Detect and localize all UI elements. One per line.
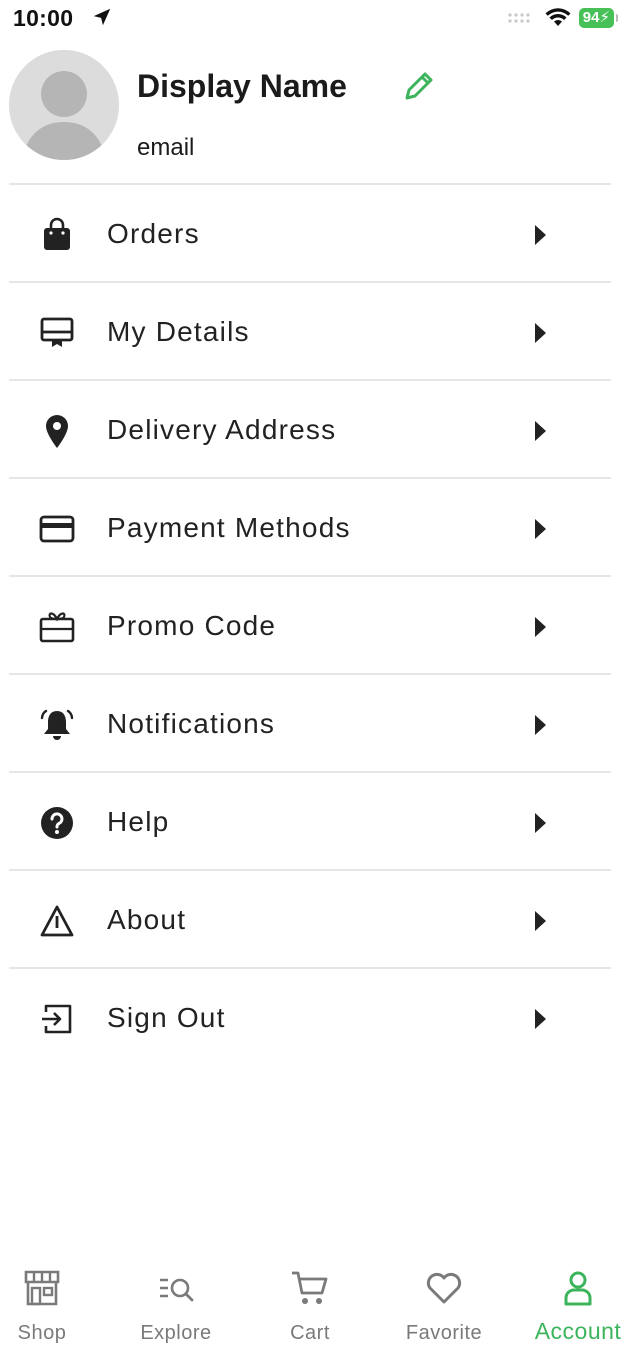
caret-right-icon [535, 323, 546, 343]
menu-item-label: Promo Code [107, 610, 277, 641]
caret-right-icon [535, 421, 546, 441]
sign-out-icon [42, 1004, 72, 1034]
status-time: 10:00 [13, 5, 74, 31]
pencil-icon[interactable] [401, 68, 437, 104]
display-name: Display Name [137, 68, 347, 104]
tab-explore[interactable]: Explore [116, 1268, 236, 1345]
cellular-signal-icon [508, 13, 530, 23]
bell-icon [40, 709, 74, 740]
tab-label: Favorite [405, 1322, 483, 1344]
caret-right-icon [535, 911, 546, 931]
tab-cart[interactable]: Cart [250, 1268, 370, 1345]
search-list-icon [160, 1278, 194, 1302]
battery-icon: 94⚡ [578, 8, 619, 28]
menu-item-label: Orders [107, 218, 200, 249]
caret-right-icon [535, 617, 546, 637]
menu-item-promo-code[interactable]: Promo Code [0, 577, 626, 675]
status-indicators: 94⚡ [507, 8, 619, 28]
gift-card-icon [39, 612, 75, 643]
wifi-icon [545, 8, 571, 26]
menu-item-payment-methods[interactable]: Payment Methods [0, 479, 626, 577]
menu-item-notifications[interactable]: Notifications [0, 675, 626, 773]
heart-icon [426, 1272, 462, 1304]
id-card-icon [40, 317, 74, 347]
location-arrow-icon [93, 8, 111, 26]
menu-item-sign-out[interactable]: Sign Out [0, 969, 626, 1067]
cart-icon [292, 1271, 328, 1304]
menu-item-my-details[interactable]: My Details [0, 283, 626, 381]
menu-item-orders[interactable]: Orders [0, 185, 626, 283]
warning-triangle-icon [40, 905, 74, 937]
avatar[interactable] [9, 50, 119, 160]
map-pin-icon [46, 415, 68, 448]
menu-item-delivery-address[interactable]: Delivery Address [0, 381, 626, 479]
tab-label: Cart [290, 1322, 330, 1344]
menu-item-label: Sign Out [107, 1002, 226, 1033]
menu-item-about[interactable]: About [0, 871, 626, 969]
tab-favorite[interactable]: Favorite [384, 1268, 504, 1345]
status-bar: 10:00 94⚡ [0, 0, 626, 40]
caret-right-icon [535, 225, 546, 245]
avatar-placeholder-icon [9, 50, 119, 160]
bottom-tab-bar: Shop Explore Cart Favorite Account [0, 1268, 626, 1348]
menu-item-label: My Details [107, 316, 250, 347]
question-circle-icon [41, 807, 73, 839]
menu-item-label: Delivery Address [107, 414, 337, 445]
caret-right-icon [535, 813, 546, 833]
battery-level: 94 [582, 9, 600, 26]
caret-right-icon [535, 1009, 546, 1029]
tab-account[interactable]: Account [518, 1268, 626, 1345]
tab-label: Account [534, 1318, 622, 1344]
shopping-bag-icon [44, 217, 70, 250]
account-menu: Orders My Details Delivery Address Payme… [0, 185, 626, 1067]
profile-header: Display Name email [9, 50, 611, 162]
credit-card-icon [39, 515, 75, 543]
menu-item-label: Payment Methods [107, 512, 351, 543]
tab-label: Shop [17, 1322, 67, 1344]
email: email [137, 134, 195, 161]
menu-item-label: Notifications [107, 708, 276, 739]
menu-item-label: About [107, 904, 187, 935]
menu-item-help[interactable]: Help [0, 773, 626, 871]
user-icon [564, 1271, 592, 1306]
charging-bolt-icon: ⚡ [599, 9, 610, 26]
tab-label: Explore [140, 1322, 212, 1344]
menu-item-label: Help [107, 806, 170, 837]
tab-shop[interactable]: Shop [0, 1268, 102, 1345]
store-icon [24, 1270, 60, 1306]
caret-right-icon [535, 715, 546, 735]
caret-right-icon [535, 519, 546, 539]
